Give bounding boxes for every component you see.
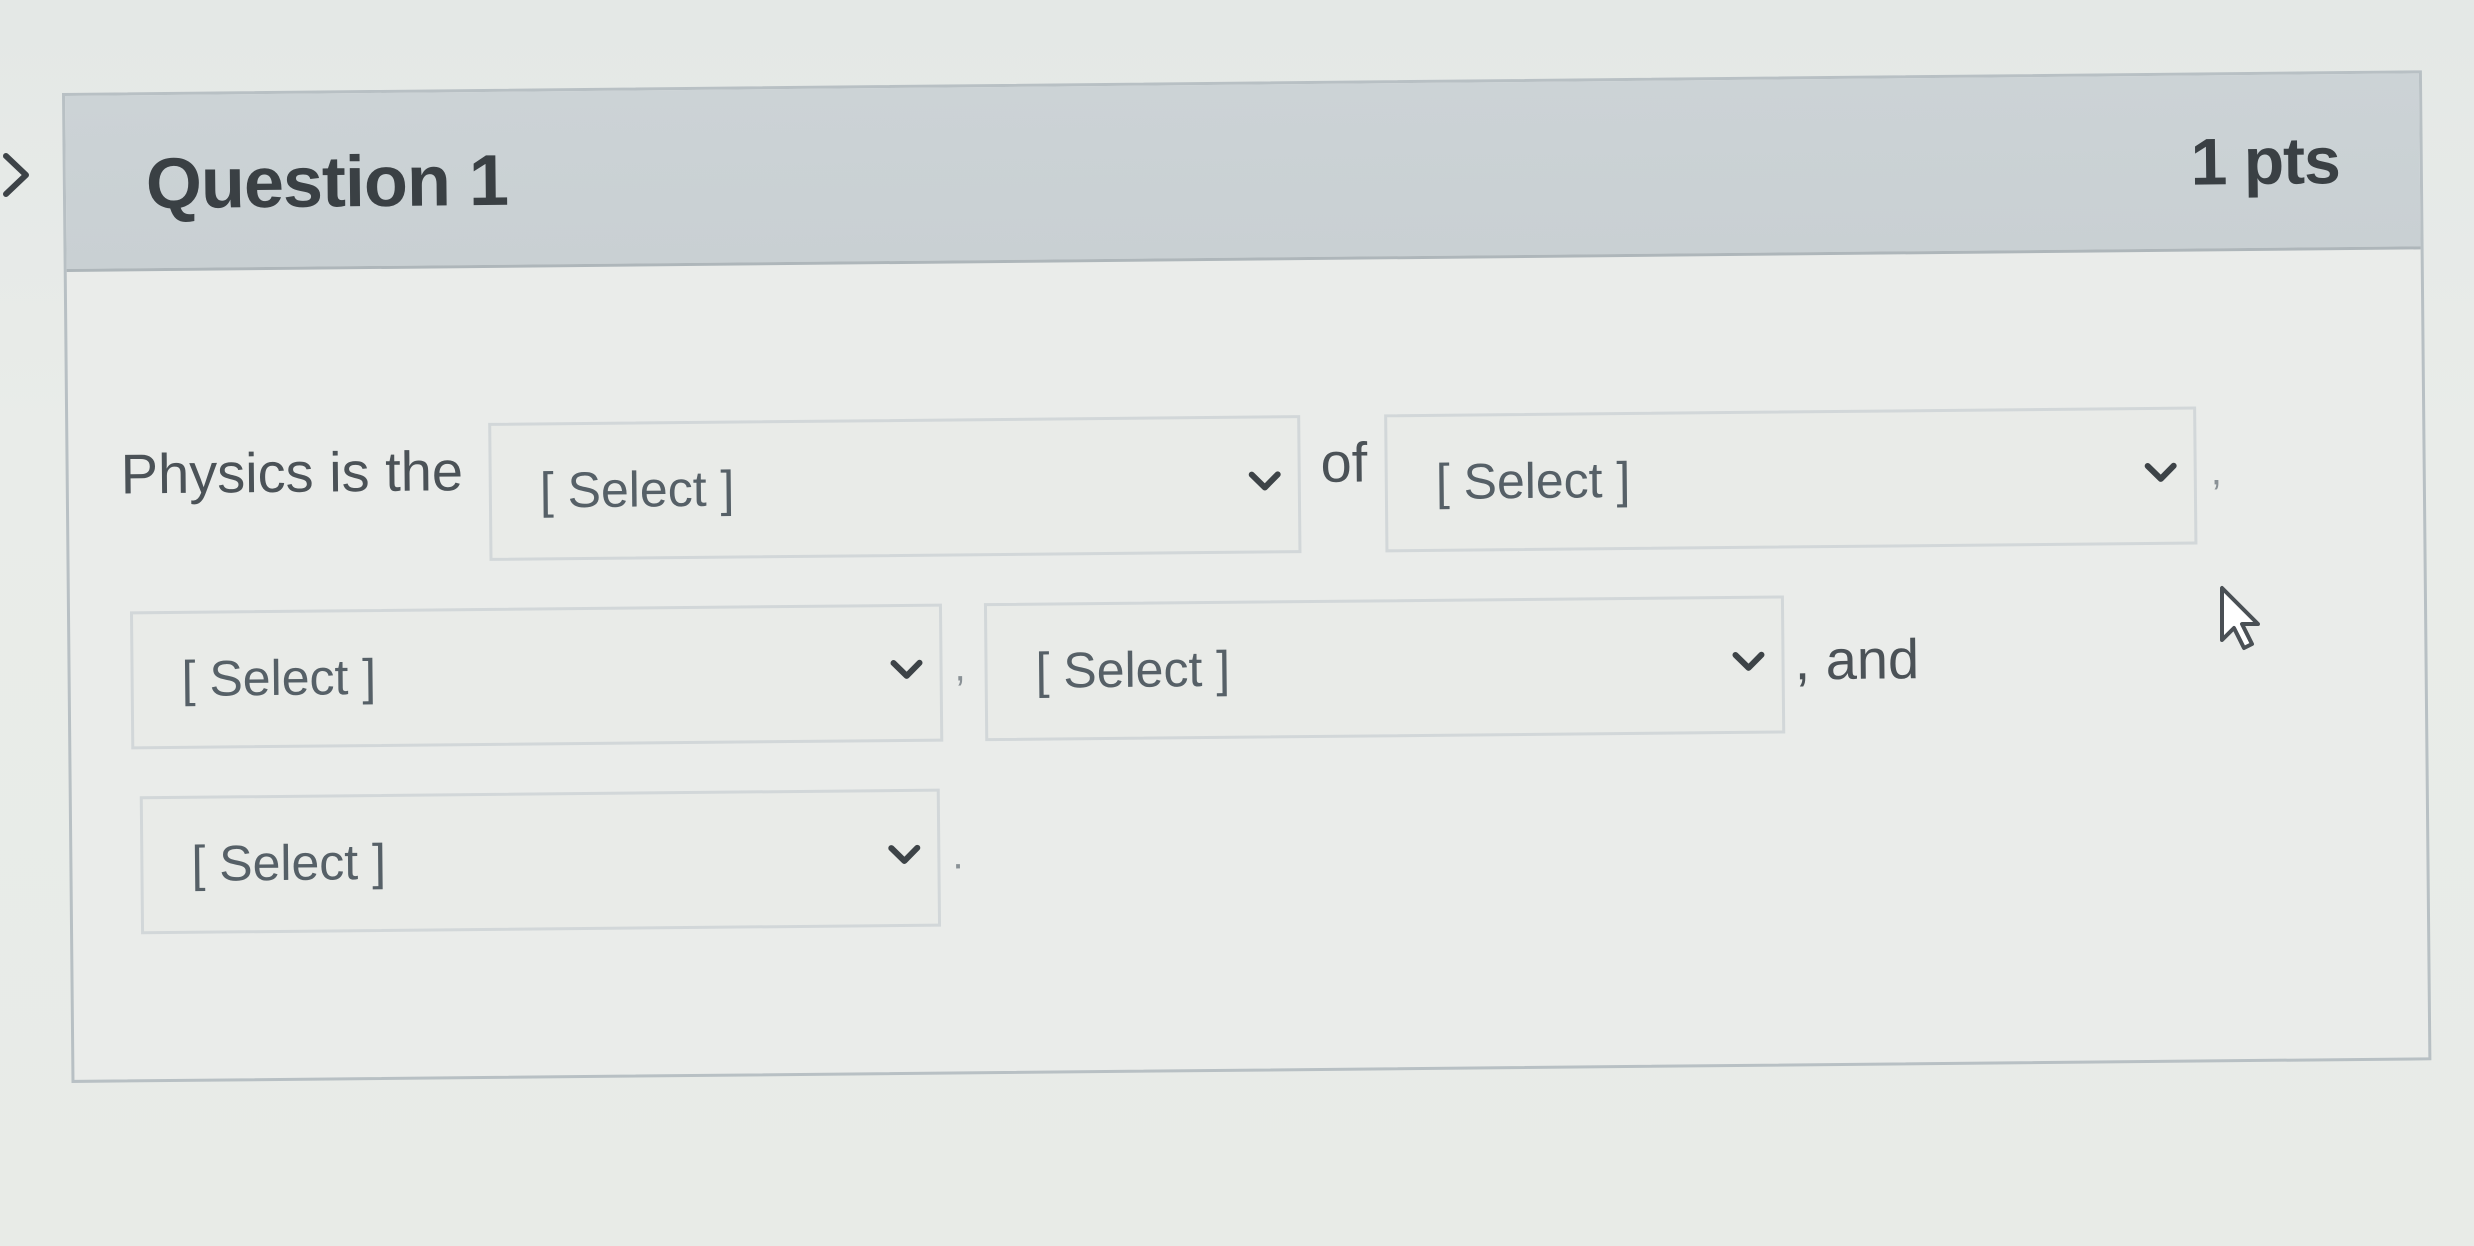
question-card: Question 1 1 pts Physics is the [ Select… [62,70,2432,1083]
dropdown-2-value: [ Select ] [1435,451,1631,510]
dropdown-3-value: [ Select ] [181,649,377,707]
sentence-and: , and [1794,627,1920,692]
mouse-pointer-icon [2220,586,2260,650]
blank-dropdown-2[interactable]: [ Select ] [1384,406,2198,553]
chevron-down-icon [2144,462,2177,482]
chevron-down-icon [888,844,921,864]
blank-dropdown-1[interactable]: [ Select ] [488,415,1302,561]
sentence-of: of [1320,430,1368,494]
question-body: Physics is the [ Select ] of [ Select ] … [67,249,2429,1080]
question-title: Question 1 [145,140,509,225]
dropdown-1-value: [ Select ] [539,460,735,519]
chevron-down-icon [890,659,923,679]
sentence-period: . [952,833,964,878]
sentence-prefix: Physics is the [120,439,464,506]
sentence-comma-1: , [2210,449,2223,494]
blank-dropdown-4[interactable]: [ Select ] [983,595,1786,742]
chevron-down-icon [1732,651,1765,671]
dropdown-5-value: [ Select ] [191,833,387,892]
question-points: 1 pts [2190,123,2341,199]
chevron-right-icon[interactable] [2,150,30,200]
question-header: Question 1 1 pts [65,73,2421,272]
blank-dropdown-5[interactable]: [ Select ] [139,788,942,935]
chevron-down-icon [1248,471,1281,491]
sentence-comma-2: , [954,645,966,690]
blank-dropdown-3[interactable]: [ Select ] [129,603,944,750]
dropdown-4-value: [ Select ] [1035,640,1231,699]
